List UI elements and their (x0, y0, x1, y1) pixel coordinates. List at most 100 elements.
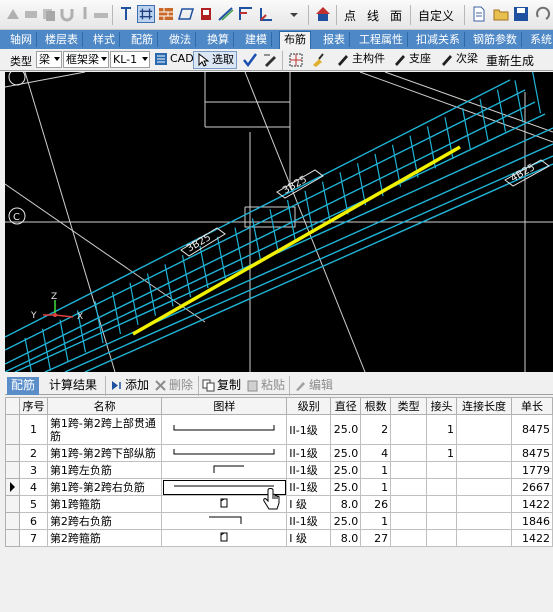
cell-count[interactable]: 1 (360, 478, 392, 496)
cell-unit-length[interactable]: 8475 (510, 414, 553, 445)
cell-count[interactable]: 26 (360, 495, 392, 513)
cell-grade[interactable]: II-1级 (286, 414, 332, 445)
tab-reinforcement[interactable]: 配筋 (127, 32, 158, 47)
member-select[interactable]: KL-1 (110, 51, 150, 68)
col-diameter[interactable]: 直径 (330, 397, 362, 415)
tab-method[interactable]: 做法 (165, 32, 196, 47)
type-select[interactable]: 梁 (36, 51, 62, 68)
cell-name[interactable]: 第1跨-第2跨右负筋 (46, 478, 163, 496)
magnet-icon[interactable] (58, 5, 76, 23)
cell-seq[interactable]: 7 (18, 529, 48, 547)
cell-shape[interactable] (161, 414, 288, 445)
cell-grade[interactable]: II-1级 (286, 512, 332, 530)
subtype-select[interactable]: 框架梁 (63, 51, 109, 68)
cell-type[interactable] (390, 414, 428, 445)
col-seq[interactable]: 序号 (18, 397, 48, 415)
wall-icon[interactable] (157, 5, 175, 23)
cell-count[interactable]: 27 (360, 529, 392, 547)
cell-unit-length[interactable]: 1422 (510, 495, 553, 513)
tab-axis-grid[interactable]: 轴网 (6, 32, 37, 47)
lintel-icon[interactable] (237, 5, 255, 23)
point-button[interactable]: 点 (344, 7, 356, 24)
delete-button[interactable]: 删除 (153, 377, 193, 395)
cell-joint[interactable] (426, 512, 458, 530)
paste-button[interactable]: 粘贴 (245, 377, 285, 395)
3d-viewport[interactable]: 3B25 3B25 4B25 C Z Y X (5, 72, 553, 372)
corner-icon[interactable] (257, 5, 275, 23)
cell-seq[interactable]: 3 (18, 461, 48, 479)
cell-conn-length[interactable] (456, 461, 512, 479)
row-header[interactable] (5, 444, 20, 462)
main-member-button[interactable]: 主构件 (334, 51, 390, 69)
col-unit-length[interactable]: 单长 (510, 397, 553, 415)
brush-icon[interactable] (310, 52, 326, 68)
cell-grade[interactable]: II-1级 (286, 461, 332, 479)
cell-seq[interactable]: 6 (18, 512, 48, 530)
cell-seq[interactable]: 2 (18, 444, 48, 462)
cell-diameter[interactable]: 25.0 (330, 461, 362, 479)
cell-grade[interactable]: I 级 (286, 529, 332, 547)
tab-modeling[interactable]: 建模 (241, 32, 272, 47)
tab-deduction[interactable]: 扣减关系 (412, 32, 465, 47)
cell-diameter[interactable]: 25.0 (330, 444, 362, 462)
cell-diameter[interactable]: 25.0 (330, 478, 362, 496)
table-row[interactable]: 1 第1跨-第2跨上部贯通筋 II-1级 25.0 2 1 8475 (5, 414, 553, 445)
cell-unit-length[interactable]: 8475 (510, 444, 553, 462)
col-conn-length[interactable]: 连接长度 (456, 397, 512, 415)
tab-report[interactable]: 报表 (319, 32, 350, 47)
cell-type[interactable] (390, 512, 428, 530)
add-button[interactable]: 添加 (109, 377, 149, 395)
regenerate-button[interactable]: 重新生成 (486, 52, 534, 69)
cell-conn-length[interactable] (456, 495, 512, 513)
stair-icon[interactable] (217, 5, 235, 23)
cell-name[interactable]: 第1跨左负筋 (46, 461, 163, 479)
cell-type[interactable] (390, 478, 428, 496)
tab-floor-table[interactable]: 楼层表 (41, 32, 83, 47)
face-button[interactable]: 面 (390, 7, 402, 24)
cell-conn-length[interactable] (456, 414, 512, 445)
row-header[interactable] (5, 495, 20, 513)
tab-project-properties[interactable]: 工程属性 (355, 32, 408, 47)
cell-shape[interactable] (161, 529, 288, 547)
cell-diameter[interactable]: 8.0 (330, 495, 362, 513)
table-row[interactable]: 3 第1跨左负筋 II-1级 25.0 1 1779 (5, 461, 553, 479)
cell-unit-length[interactable]: 2667 (510, 478, 553, 496)
edit-button[interactable]: 编辑 (293, 377, 333, 395)
cell-joint[interactable]: 1 (426, 414, 458, 445)
save-icon[interactable] (512, 5, 530, 23)
column-icon[interactable] (117, 5, 135, 23)
cell-joint[interactable] (426, 478, 458, 496)
cell-conn-length[interactable] (456, 512, 512, 530)
dropdown-arrow-icon[interactable] (285, 5, 303, 23)
cell-type[interactable] (390, 495, 428, 513)
cell-name[interactable]: 第1跨箍筋 (46, 495, 163, 513)
cell-count[interactable]: 1 (360, 512, 392, 530)
cell-joint[interactable]: 1 (426, 444, 458, 462)
cell-joint[interactable] (426, 529, 458, 547)
cell-shape[interactable] (161, 444, 288, 462)
select-button[interactable]: 选取 (193, 51, 237, 69)
tab-rebar-layout[interactable]: 布筋 (279, 31, 311, 49)
custom-button[interactable]: 自定义 (418, 7, 454, 24)
tab-system[interactable]: 系统 (526, 32, 553, 47)
secondary-beam-button[interactable]: 次梁 (438, 51, 484, 69)
support-button[interactable]: 支座 (391, 51, 437, 69)
line-button[interactable]: 线 (367, 7, 379, 24)
col-count[interactable]: 根数 (360, 397, 392, 415)
table-row[interactable]: 2 第1跨-第2跨下部纵筋 II-1级 25.0 4 1 8475 (5, 444, 553, 462)
row-header[interactable] (5, 478, 20, 496)
cell-conn-length[interactable] (456, 478, 512, 496)
cell-grade[interactable]: II-1级 (286, 478, 332, 496)
undo-icon[interactable] (534, 5, 552, 23)
edit-pen-icon[interactable] (262, 52, 278, 68)
cell-shape[interactable] (161, 512, 288, 530)
copy-button[interactable]: 复制 (201, 377, 241, 395)
open-folder-icon[interactable] (492, 5, 510, 23)
row-header[interactable] (5, 461, 20, 479)
table-row[interactable]: 7 第2跨箍筋 I 级 8.0 27 1422 (5, 529, 553, 547)
checkmark-icon[interactable] (242, 52, 258, 68)
grid-select-icon[interactable] (288, 52, 304, 68)
cell-count[interactable]: 1 (360, 461, 392, 479)
cell-diameter[interactable]: 8.0 (330, 529, 362, 547)
row-header[interactable] (5, 512, 20, 530)
